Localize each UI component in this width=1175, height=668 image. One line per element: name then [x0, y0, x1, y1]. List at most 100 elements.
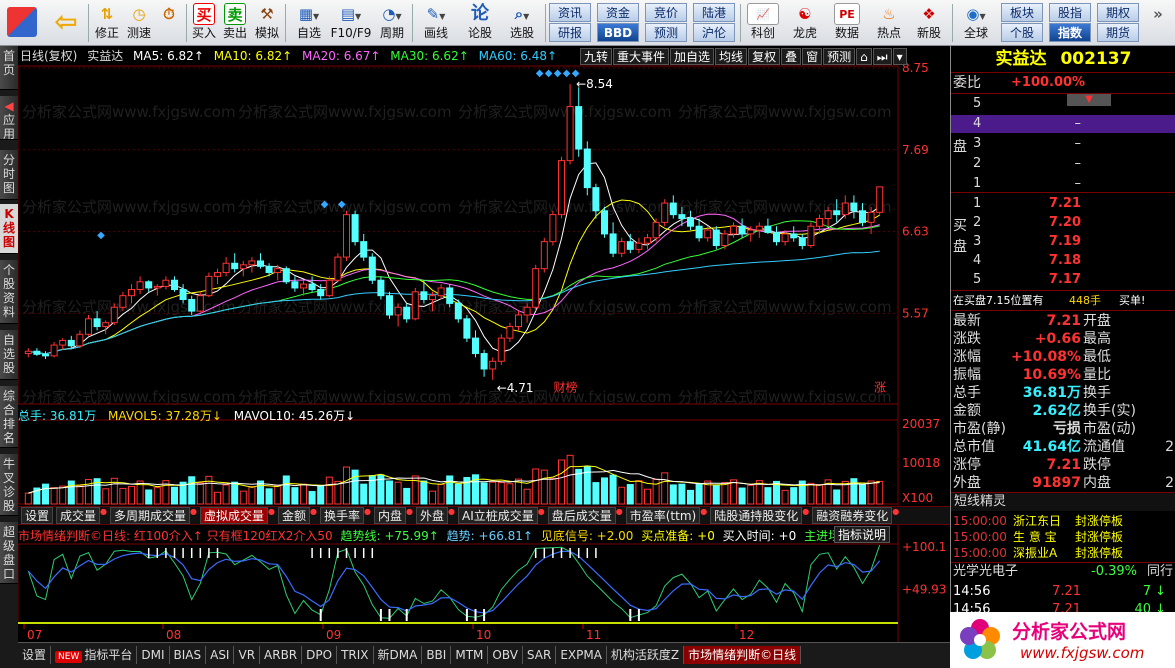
shanghai-london-button[interactable]: 沪伦 — [693, 23, 735, 42]
tab-ranking[interactable]: 综合排名 — [0, 386, 18, 448]
vol-tab-11[interactable]: 陆股通持股变化 — [710, 507, 803, 524]
bottom-tab-5[interactable]: VR — [234, 646, 261, 664]
global-button[interactable]: ◉▼ 全球 — [955, 1, 997, 45]
kechuang-button[interactable]: 📈 科创 — [744, 1, 782, 45]
back-button[interactable]: ⇦ — [46, 1, 86, 45]
buy-order-row[interactable]: 1 7.21 — [951, 195, 1175, 213]
tab-super-orderbook[interactable]: 超级盘口 — [0, 522, 18, 584]
bottom-tab-4[interactable]: ASI — [206, 646, 235, 664]
bottom-tab-12[interactable]: OBV — [488, 646, 523, 664]
buy-order-row[interactable]: 5 7.17 — [951, 271, 1175, 289]
bottom-tab-10[interactable]: BBI — [422, 646, 452, 664]
individual-stock-button[interactable]: 个股 — [1001, 23, 1043, 42]
news-button[interactable]: 资讯 — [549, 3, 591, 22]
sell-order-row[interactable]: 1– — [951, 175, 1175, 193]
discuss-button[interactable]: 论 论股 — [462, 1, 498, 45]
f10-button[interactable]: ▤▼ F10/F9 — [330, 1, 372, 45]
tab-kline[interactable]: K线图 — [0, 204, 18, 254]
futures-button[interactable]: 期货 — [1097, 23, 1139, 42]
short-elf-item[interactable]: 15:00:00 深振业A 封涨停板 — [951, 544, 1175, 562]
bottom-tab-15[interactable]: 机构活跃度Z — [607, 646, 685, 664]
buy-order-row[interactable]: 3 7.19 — [951, 233, 1175, 251]
bottom-tab-6[interactable]: ARBR — [260, 646, 303, 664]
vol-tab-3[interactable]: 虚拟成交量 — [200, 507, 269, 524]
menu-icon[interactable]: ▾ — [892, 48, 907, 65]
stopwatch-button[interactable]: ⏱ — [154, 1, 184, 45]
add-watch-button[interactable]: 加自选 — [670, 48, 715, 65]
forecast-chart-button[interactable]: 预测 — [823, 48, 856, 65]
vol-tab-2[interactable]: 多周期成交量 — [110, 507, 191, 524]
select-stock-button[interactable]: ⌕▼ 选股 — [502, 1, 542, 45]
vol-tab-0[interactable]: 设置 — [21, 507, 54, 524]
stock-index-button[interactable]: 股指 — [1049, 3, 1091, 22]
tab-timeline[interactable]: 分时图 — [0, 150, 18, 200]
buy-order-row[interactable]: 2 7.20 — [951, 214, 1175, 232]
vol-tab-1[interactable]: 成交量 — [56, 507, 101, 524]
bottom-tab-2[interactable]: DMI — [137, 646, 170, 664]
bottom-tab-3[interactable]: BIAS — [170, 646, 207, 664]
bottom-tab-9[interactable]: 新DMA — [374, 646, 423, 664]
forecast-button[interactable]: 预测 — [645, 23, 687, 42]
tab-home[interactable]: 首页 — [0, 46, 18, 90]
bottom-tab-7[interactable]: DPO — [302, 646, 338, 664]
bottom-tab-0[interactable]: 设置 — [18, 646, 52, 664]
data-button[interactable]: PE 数据 — [828, 1, 866, 45]
draw-line-button[interactable]: ✎▼ 画线 — [418, 1, 454, 45]
bottom-tab-14[interactable]: EXPMA — [556, 646, 607, 664]
bottom-tab-1[interactable]: NEW 指标平台 — [51, 646, 138, 664]
lock-icon[interactable]: ⌂ — [856, 48, 872, 65]
sector-row[interactable]: 光学光电子 -0.39% 同行 — [951, 563, 1175, 581]
options-button[interactable]: 期权 — [1097, 3, 1139, 22]
home-button[interactable] — [4, 1, 40, 45]
skip-icon[interactable]: ⏭ — [872, 48, 892, 65]
sell-order-row[interactable]: 5 — [951, 95, 1175, 113]
more-button[interactable]: » — [1144, 1, 1172, 45]
vol-tab-7[interactable]: 外盘 — [416, 507, 449, 524]
kline-chart-area[interactable]: 分析家公式网www.fxjgsw.com 分析家公式网www.fxjgsw.co… — [18, 46, 950, 642]
jiuzhuan-button[interactable]: 九转 — [580, 48, 613, 65]
vol-tab-12[interactable]: 融资融券变化 — [812, 507, 893, 524]
simulate-button[interactable]: ⚒ 模拟 — [252, 1, 282, 45]
vol-tab-8[interactable]: AI立桩成交量 — [458, 507, 538, 524]
vol-tab-4[interactable]: 金额 — [278, 507, 311, 524]
hk-connect-button[interactable]: 陆港 — [693, 3, 735, 22]
buy-order-row[interactable]: 4 7.18 — [951, 252, 1175, 270]
candle — [850, 195, 858, 219]
tab-diagnosis[interactable]: 牛叉诊股 — [0, 454, 18, 516]
vol-tab-10[interactable]: 市盈率(ttm) — [625, 507, 701, 524]
sell-order-row[interactable]: 3– — [951, 135, 1175, 153]
bottom-tab-16[interactable]: 市场情绪判断©日线 — [684, 646, 802, 664]
period-button[interactable]: ◔▼ 周期 — [374, 1, 410, 45]
index-button[interactable]: 指数 — [1049, 23, 1091, 42]
auction-button[interactable]: 竞价 — [645, 3, 687, 22]
fund-button[interactable]: 资金 — [597, 3, 639, 22]
bottom-tab-13[interactable]: SAR — [523, 646, 557, 664]
buy-button[interactable]: 买 买入 — [189, 1, 219, 45]
new-stock-button[interactable]: ❖ 新股 — [910, 1, 948, 45]
sell-button[interactable]: 卖 卖出 — [220, 1, 250, 45]
tab-stock-info[interactable]: 个股资料 — [0, 260, 18, 324]
hotspot-button[interactable]: ♨ 热点 — [870, 1, 908, 45]
modify-button[interactable]: ⇅ 修正 — [92, 1, 122, 45]
sector-button[interactable]: 板块 — [1001, 3, 1043, 22]
test-speed-button[interactable]: ◷ 测速 — [124, 1, 154, 45]
overlay-button[interactable]: 叠 — [781, 48, 802, 65]
vol-tab-5[interactable]: 换手率 — [320, 507, 365, 524]
watchlist-button[interactable]: ▦▼ 自选 — [290, 1, 328, 45]
bbd-button[interactable]: BBD — [597, 23, 639, 42]
bottom-tab-11[interactable]: MTM — [451, 646, 489, 664]
ma-button[interactable]: 均线 — [715, 48, 748, 65]
window-button[interactable]: 窗 — [802, 48, 823, 65]
sell-order-row[interactable]: 4– — [951, 115, 1175, 133]
research-button[interactable]: 研报 — [549, 23, 591, 42]
tab-watchlist[interactable]: 自选股 — [0, 330, 18, 380]
vol-tab-6[interactable]: 内盘 — [374, 507, 407, 524]
tab-apps[interactable]: ◀应用 — [0, 96, 18, 141]
indicator-help-button[interactable]: 指标说明 — [834, 526, 891, 543]
major-event-button[interactable]: 重大事件 — [613, 48, 670, 65]
adjust-button[interactable]: 复权 — [748, 48, 781, 65]
vol-tab-9[interactable]: 盘后成交量 — [547, 507, 616, 524]
bottom-tab-8[interactable]: TRIX — [337, 646, 374, 664]
longhu-button[interactable]: ☯ 龙虎 — [786, 1, 824, 45]
sell-order-row[interactable]: 2– — [951, 155, 1175, 173]
